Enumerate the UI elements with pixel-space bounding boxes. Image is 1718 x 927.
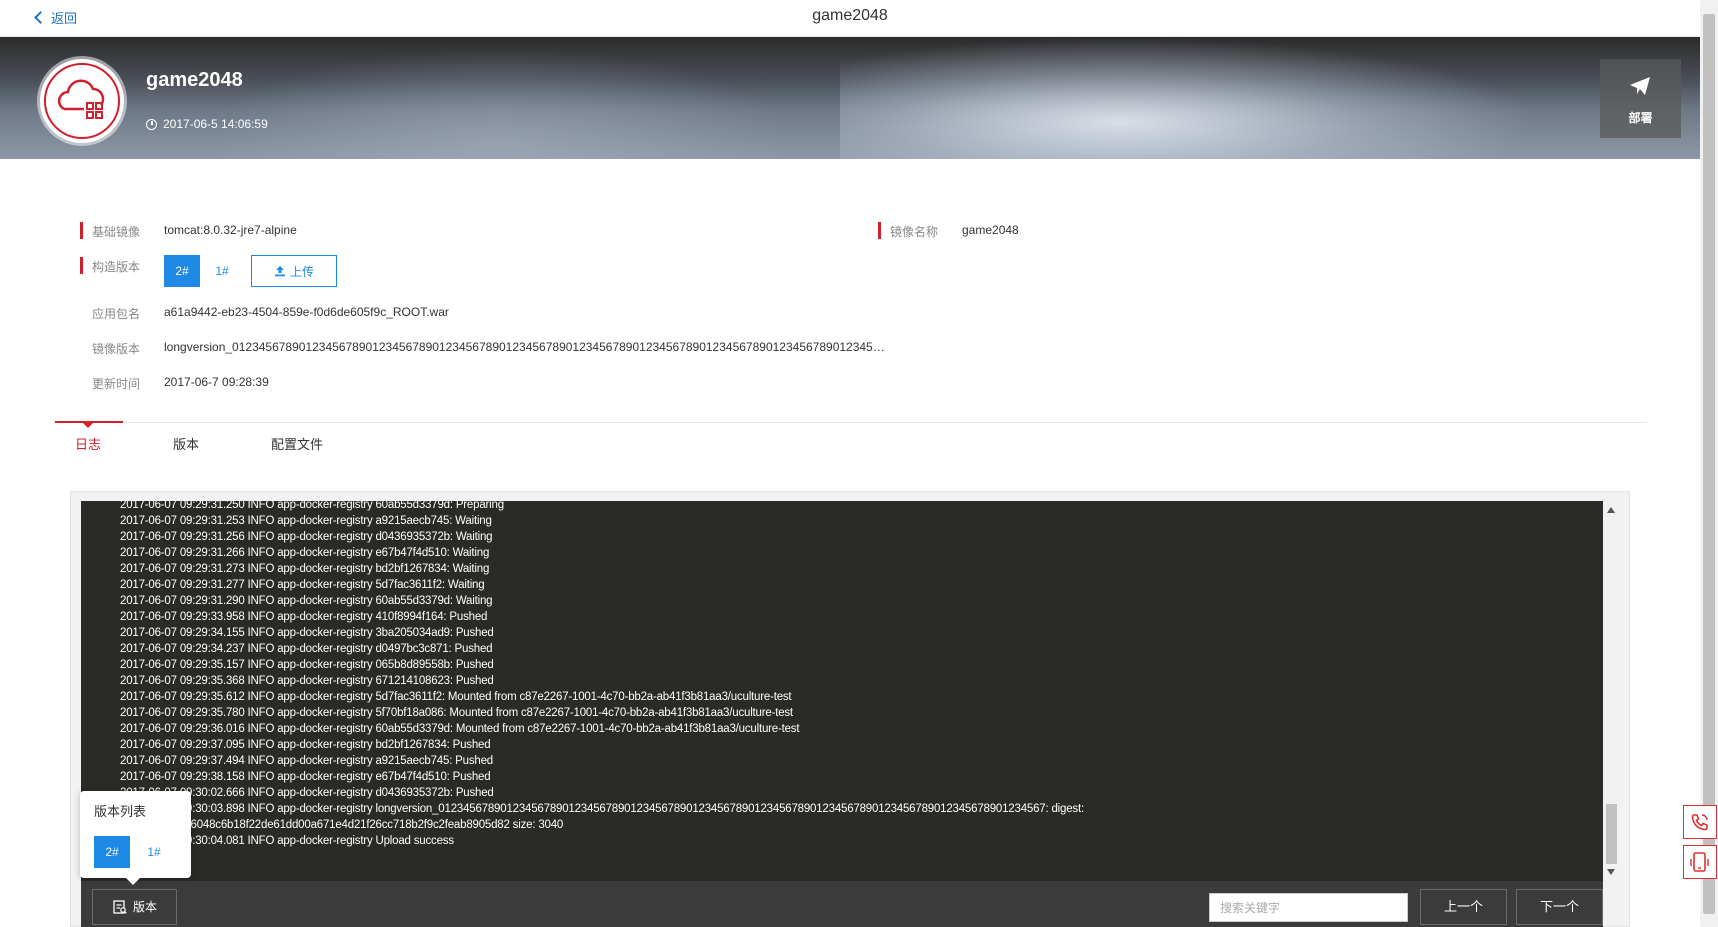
scroll-down-icon[interactable]: [1607, 869, 1615, 875]
log-line: 2017-06-07 09:29:37.494 INFO app-docker-…: [120, 755, 493, 767]
active-tab-caret: [83, 423, 93, 428]
update-time-label: 更新时间: [92, 377, 141, 391]
log-line: 2017-06-07 09:29:37.095 INFO app-docker-…: [120, 739, 491, 751]
upload-icon: [274, 266, 285, 277]
build-version-label: 构造版本: [92, 260, 141, 274]
mobile-contact-button[interactable]: [1683, 845, 1717, 879]
log-line: 2017-06-07 09:29:35.612 INFO app-docker-…: [120, 691, 792, 703]
log-scrollbar[interactable]: [1603, 501, 1620, 881]
upload-label: 上传: [289, 265, 314, 279]
deploy-label: 部署: [1628, 111, 1653, 125]
log-line: 2017-06-07 09:29:31.266 INFO app-docker-…: [120, 547, 490, 559]
page-scrollbar[interactable]: [1700, 0, 1718, 927]
log-line: 2017-06-07 09:29:34.155 INFO app-docker-…: [120, 627, 494, 639]
image-version-label: 镜像版本: [92, 342, 141, 356]
version-list-button[interactable]: 版本: [92, 889, 177, 925]
log-line: 2017-06-07 09:29:31.253 INFO app-docker-…: [120, 515, 492, 527]
prev-match-button[interactable]: 上一个: [1420, 889, 1507, 925]
log-line: 2017-06-07 09:29:34.237 INFO app-docker-…: [120, 643, 493, 655]
phone-icon: [1691, 814, 1708, 831]
log-line: 2017-06-07 09:29:31.277 INFO app-docker-…: [120, 579, 485, 591]
log-line: 2017-06-07 09:29:31.290 INFO app-docker-…: [120, 595, 493, 607]
version-list-label: 版本: [133, 900, 158, 914]
page-title: game2048: [812, 7, 888, 24]
clock-icon: [146, 119, 157, 130]
app-banner: game2048 2017-06-5 14:06:59 部署: [0, 37, 1700, 159]
log-line: 2017-06-07 09:29:35.368 INFO app-docker-…: [120, 675, 494, 687]
version-list-title: 版本列表: [94, 804, 147, 819]
popover-version-1-button[interactable]: 1#: [136, 836, 172, 868]
page-scrollbar-thumb[interactable]: [1703, 14, 1715, 914]
next-match-button[interactable]: 下一个: [1516, 889, 1603, 925]
cloud-app-icon: [57, 79, 105, 119]
log-scrollbar-thumb[interactable]: [1606, 804, 1617, 864]
deploy-button[interactable]: 部署: [1600, 59, 1681, 138]
tab-log[interactable]: 日志: [75, 434, 101, 453]
tab-config-files[interactable]: 配置文件: [271, 434, 323, 453]
log-line: 2017-06-07 09:29:31.273 INFO app-docker-…: [120, 563, 490, 575]
phone-contact-button[interactable]: [1683, 805, 1717, 839]
scroll-up-icon[interactable]: [1607, 507, 1615, 513]
app-created-time-value: 2017-06-5 14:06:59: [163, 117, 268, 131]
popover-version-2-button[interactable]: 2#: [94, 836, 130, 868]
mobile-icon: [1690, 852, 1709, 872]
build-version-1-button[interactable]: 1#: [204, 255, 240, 287]
log-console: 2017-06-07 09:29:31.250 INFO app-docker-…: [81, 501, 1603, 881]
package-label: 应用包名: [92, 307, 141, 321]
app-created-time: 2017-06-5 14:06:59: [146, 117, 268, 131]
log-line: 2017-06-07 09:29:36.016 INFO app-docker-…: [120, 723, 800, 735]
tab-versions[interactable]: 版本: [173, 434, 199, 453]
send-icon: [1630, 77, 1650, 95]
image-name-value: game2048: [962, 223, 1019, 237]
package-link[interactable]: a61a9442-eb23-4504-859e-f0d6de605f9c_ROO…: [164, 305, 449, 319]
build-version-2-button[interactable]: 2#: [164, 255, 200, 287]
log-line: 2017-06-07 09:29:38.158 INFO app-docker-…: [120, 771, 491, 783]
app-name: game2048: [146, 69, 243, 91]
log-line: 2017-06-07 09:29:35.157 INFO app-docker-…: [120, 659, 494, 671]
version-list-icon: [113, 900, 127, 914]
update-time-value: 2017-06-7 09:28:39: [164, 375, 269, 389]
version-list-popover: 版本列表 2# 1#: [80, 791, 191, 885]
log-line: 2017-06-07 09:29:31.256 INFO app-docker-…: [120, 531, 493, 543]
base-image-value: tomcat:8.0.32-jre7-alpine: [164, 223, 297, 237]
top-bar: 返回 game2048: [0, 0, 1700, 37]
log-line: 2017-06-07 09:29:33.958 INFO app-docker-…: [120, 611, 488, 623]
log-search-input[interactable]: [1209, 893, 1408, 922]
log-line: 2017-06-07 09:29:35.780 INFO app-docker-…: [120, 707, 793, 719]
log-line: 2017-06-07 09:30:03.898 INFO app-docker-…: [120, 803, 1084, 815]
red-marker: [80, 257, 83, 274]
popover-caret: [125, 877, 141, 885]
base-image-label: 基础镜像: [92, 225, 141, 239]
tabs-divider: [55, 422, 1647, 423]
app-avatar: [40, 59, 124, 143]
log-line: 2017-06-07 09:29:31.250 INFO app-docker-…: [120, 501, 504, 511]
image-name-label: 镜像名称: [890, 225, 939, 239]
red-marker: [878, 222, 881, 239]
red-marker: [80, 222, 83, 239]
image-version-value: longversion_0123456789012345678901234567…: [164, 340, 885, 354]
upload-button[interactable]: 上传: [251, 255, 337, 287]
